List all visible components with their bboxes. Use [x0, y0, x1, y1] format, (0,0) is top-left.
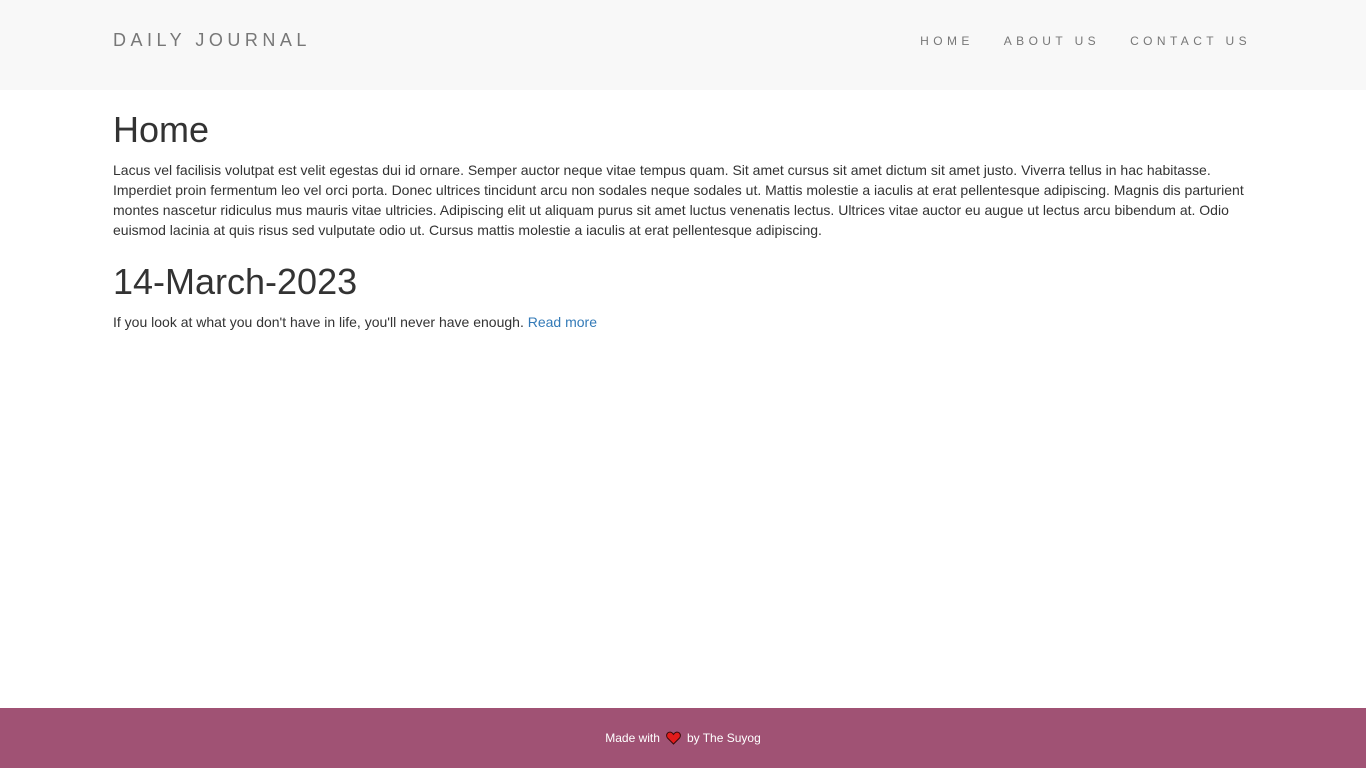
post-title: 14-March-2023: [113, 261, 358, 302]
footer: Made with by The Suyog: [0, 708, 1366, 768]
navbar: DAILY JOURNAL HOME ABOUT US CONTACT US: [0, 0, 1366, 90]
brand-logo[interactable]: DAILY JOURNAL: [113, 29, 311, 51]
nav-link-contact-us[interactable]: CONTACT US: [1130, 34, 1251, 48]
footer-prefix: Made with: [605, 731, 660, 745]
heart-icon: [666, 731, 681, 745]
page-title: Home: [113, 109, 210, 150]
home-body-text: Lacus vel facilisis volutpat est velit e…: [113, 162, 1244, 238]
read-more-link[interactable]: Read more: [528, 314, 597, 330]
nav-item-about: ABOUT US: [1004, 32, 1100, 50]
nav-link-about-us[interactable]: ABOUT US: [1004, 34, 1100, 48]
footer-suffix: by The Suyog: [686, 731, 761, 745]
nav-item-home: HOME: [920, 32, 974, 50]
post-entry: 14-March-2023 If you look at what you do…: [113, 260, 1253, 332]
nav-item-contact: CONTACT US: [1130, 32, 1251, 50]
nav-link-home[interactable]: HOME: [920, 34, 974, 48]
footer-text: Made with by The Suyog: [605, 731, 761, 745]
post-excerpt-text: If you look at what you don't have in li…: [113, 314, 524, 330]
main-content: Home Lacus vel facilisis volutpat est ve…: [113, 108, 1253, 332]
nav-links: HOME ABOUT US CONTACT US: [890, 32, 1251, 50]
post-excerpt: If you look at what you don't have in li…: [113, 312, 1253, 332]
